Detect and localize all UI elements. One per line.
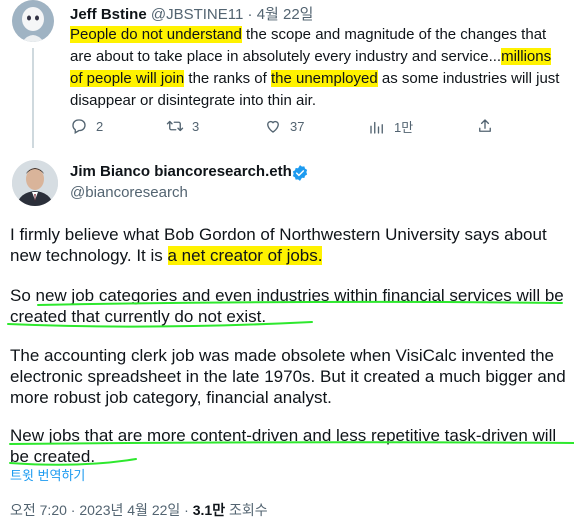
parent-author-name[interactable]: Jeff Bstine — [70, 6, 147, 23]
views-icon — [370, 121, 383, 134]
tweet-paragraph-3: The accounting clerk job was made obsole… — [10, 345, 570, 408]
dot-separator: · — [66, 502, 80, 518]
dot-separator: · — [247, 6, 253, 23]
views-button[interactable]: 1만 — [368, 117, 413, 136]
retweet-icon — [166, 120, 184, 132]
person-avatar-icon — [12, 160, 58, 206]
reply-button[interactable]: 2 — [70, 117, 103, 135]
tweet-footer: 오전 7:20 · 2023년 4월 22일 · 3.1만 조회수 — [10, 500, 268, 520]
main-author: Jim Bianco biancoresearch.eth @biancores… — [12, 160, 572, 206]
share-icon — [479, 119, 491, 132]
paragraph-text: So new job categories and even industrie… — [10, 286, 564, 326]
action-bar: 2 3 37 1만 — [70, 117, 510, 137]
like-button[interactable]: 37 — [264, 117, 304, 135]
like-icon — [267, 120, 279, 133]
dot-separator: · — [180, 502, 193, 518]
parent-avatar[interactable] — [12, 0, 54, 42]
tweet-time[interactable]: 오전 7:20 — [10, 502, 67, 518]
paragraph-text: The accounting clerk job was made obsole… — [10, 346, 566, 407]
verified-badge-icon — [292, 165, 308, 181]
text-segment: People do not understand — [70, 26, 242, 43]
reply-icon — [72, 119, 86, 134]
tweet-paragraph-4: New jobs that are more content-driven an… — [10, 425, 570, 467]
view-count: 3.1만 — [192, 502, 226, 518]
main-author-name[interactable]: Jim Bianco biancoresearch.eth — [70, 163, 292, 180]
like-count: 37 — [290, 118, 305, 134]
view-label: 조회수 — [225, 502, 268, 518]
main-handle[interactable]: @biancoresearch — [70, 184, 188, 201]
robot-avatar-icon — [12, 0, 54, 42]
tweet-date[interactable]: 2023년 4월 22일 — [79, 502, 180, 518]
share-button[interactable] — [476, 117, 494, 135]
retweet-button[interactable]: 3 — [166, 117, 199, 135]
parent-handle[interactable]: @JBSTINE11 — [151, 6, 243, 23]
text-segment: the ranks of — [184, 70, 271, 87]
translate-tweet-link[interactable]: 트윗 번역하기 — [10, 465, 85, 484]
parent-date[interactable]: 4월 22일 — [257, 6, 314, 23]
text-segment: the unemployed — [270, 70, 378, 87]
main-avatar[interactable] — [12, 160, 58, 206]
tweet-paragraph-2: So new job categories and even industrie… — [10, 285, 570, 327]
parent-header: Jeff Bstine @JBSTINE11 · 4월 22일 — [70, 3, 313, 24]
tweet-paragraph-1: I firmly believe what Bob Gordon of Nort… — [10, 224, 570, 266]
highlighted-text: a net creator of jobs. — [167, 246, 323, 265]
parent-tweet[interactable]: Jeff Bstine @JBSTINE11 · 4월 22일 People d… — [0, 0, 574, 150]
retweet-count: 3 — [192, 118, 200, 134]
paragraph-text: New jobs that are more content-driven an… — [10, 426, 557, 466]
parent-tweet-text: People do not understand the scope and m… — [70, 24, 566, 112]
reply-count: 2 — [96, 118, 104, 134]
thread-line — [32, 48, 34, 148]
views-count: 1만 — [394, 120, 414, 135]
